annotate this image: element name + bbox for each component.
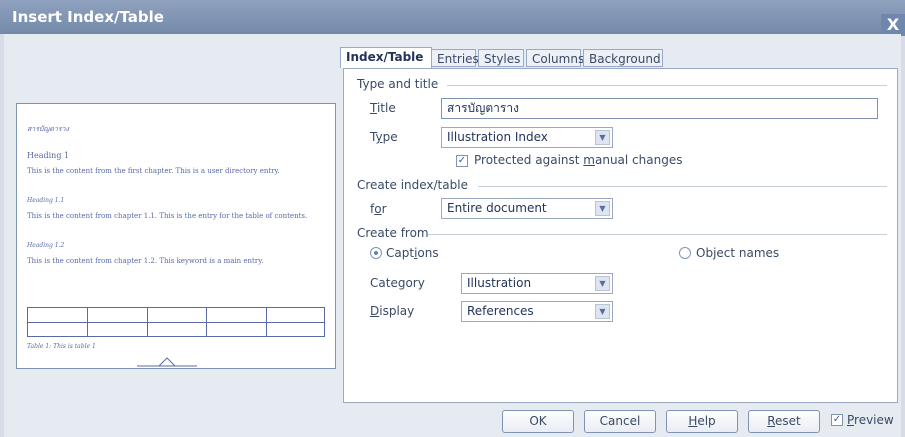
for-label: for bbox=[370, 202, 387, 216]
type-select-value: Illustration Index bbox=[447, 130, 548, 144]
chevron-down-icon[interactable]: ▼ bbox=[595, 201, 610, 216]
create-from-group: Create from bbox=[357, 226, 429, 240]
create-index-group: Create index/table bbox=[357, 178, 468, 192]
display-select[interactable]: References ▼ bbox=[461, 301, 613, 322]
chevron-down-icon[interactable]: ▼ bbox=[595, 276, 610, 291]
title-label: Title bbox=[370, 101, 396, 115]
tab-styles[interactable]: Styles bbox=[478, 49, 524, 67]
type-and-title-group: Type and title bbox=[357, 77, 439, 91]
preview-line-2: This is the content from chapter 1.1. Th… bbox=[27, 212, 308, 220]
category-label: Category bbox=[370, 276, 425, 290]
ok-button[interactable]: OK bbox=[502, 410, 574, 433]
for-select-value: Entire document bbox=[447, 201, 547, 215]
captions-radio[interactable] bbox=[370, 247, 382, 259]
display-select-value: References bbox=[467, 304, 534, 318]
reset-button[interactable]: Reset bbox=[748, 410, 820, 433]
preview-heading-1-2: Heading 1.2 bbox=[27, 242, 65, 249]
preview-checkbox[interactable]: ✓ bbox=[831, 414, 843, 426]
protected-label: Protected against manual changes bbox=[474, 153, 683, 167]
preview-heading-1-1: Heading 1.1 bbox=[27, 197, 65, 204]
type-label: Type bbox=[370, 130, 398, 144]
preview-illustration-icon bbox=[137, 357, 197, 367]
preview-pane: สารบัญตาราง Heading 1 This is the conten… bbox=[16, 103, 336, 369]
preview-line-3: This is the content from chapter 1.2. Th… bbox=[27, 257, 264, 265]
preview-table-caption: Table 1: This is table 1 bbox=[27, 343, 96, 350]
protected-checkbox[interactable]: ✓ bbox=[456, 155, 468, 167]
tab-index-table[interactable]: Index/Table bbox=[340, 47, 432, 68]
preview-line-1: This is the content from the first chapt… bbox=[27, 167, 280, 175]
preview-heading: สารบัญตาราง bbox=[27, 125, 69, 133]
preview-heading-1: Heading 1 bbox=[27, 151, 70, 160]
chevron-down-icon[interactable]: ▼ bbox=[595, 304, 610, 319]
for-select[interactable]: Entire document ▼ bbox=[441, 198, 613, 219]
preview-label: Preview bbox=[847, 413, 894, 427]
help-button[interactable]: Help bbox=[666, 410, 738, 433]
title-bar: Insert Index/Table X bbox=[0, 0, 905, 36]
tab-background[interactable]: Background bbox=[583, 49, 663, 67]
category-select-value: Illustration bbox=[467, 276, 532, 290]
close-button[interactable]: X bbox=[881, 14, 905, 36]
preview-table bbox=[27, 307, 325, 337]
object-names-radio[interactable] bbox=[679, 247, 691, 259]
category-select[interactable]: Illustration ▼ bbox=[461, 273, 613, 294]
captions-label: Captions bbox=[386, 246, 439, 260]
window-title: Insert Index/Table bbox=[12, 8, 164, 26]
title-input[interactable]: สารบัญตาราง bbox=[441, 98, 878, 119]
tab-columns[interactable]: Columns bbox=[526, 49, 584, 67]
cancel-button[interactable]: Cancel bbox=[584, 410, 656, 433]
tab-entries[interactable]: Entries bbox=[431, 49, 479, 67]
display-label: Display bbox=[370, 304, 415, 318]
chevron-down-icon[interactable]: ▼ bbox=[595, 130, 610, 145]
type-select[interactable]: Illustration Index ▼ bbox=[441, 127, 613, 148]
object-names-label: Object names bbox=[696, 246, 780, 260]
index-table-panel: Type and title Title สารบัญตาราง Type Il… bbox=[343, 68, 898, 403]
